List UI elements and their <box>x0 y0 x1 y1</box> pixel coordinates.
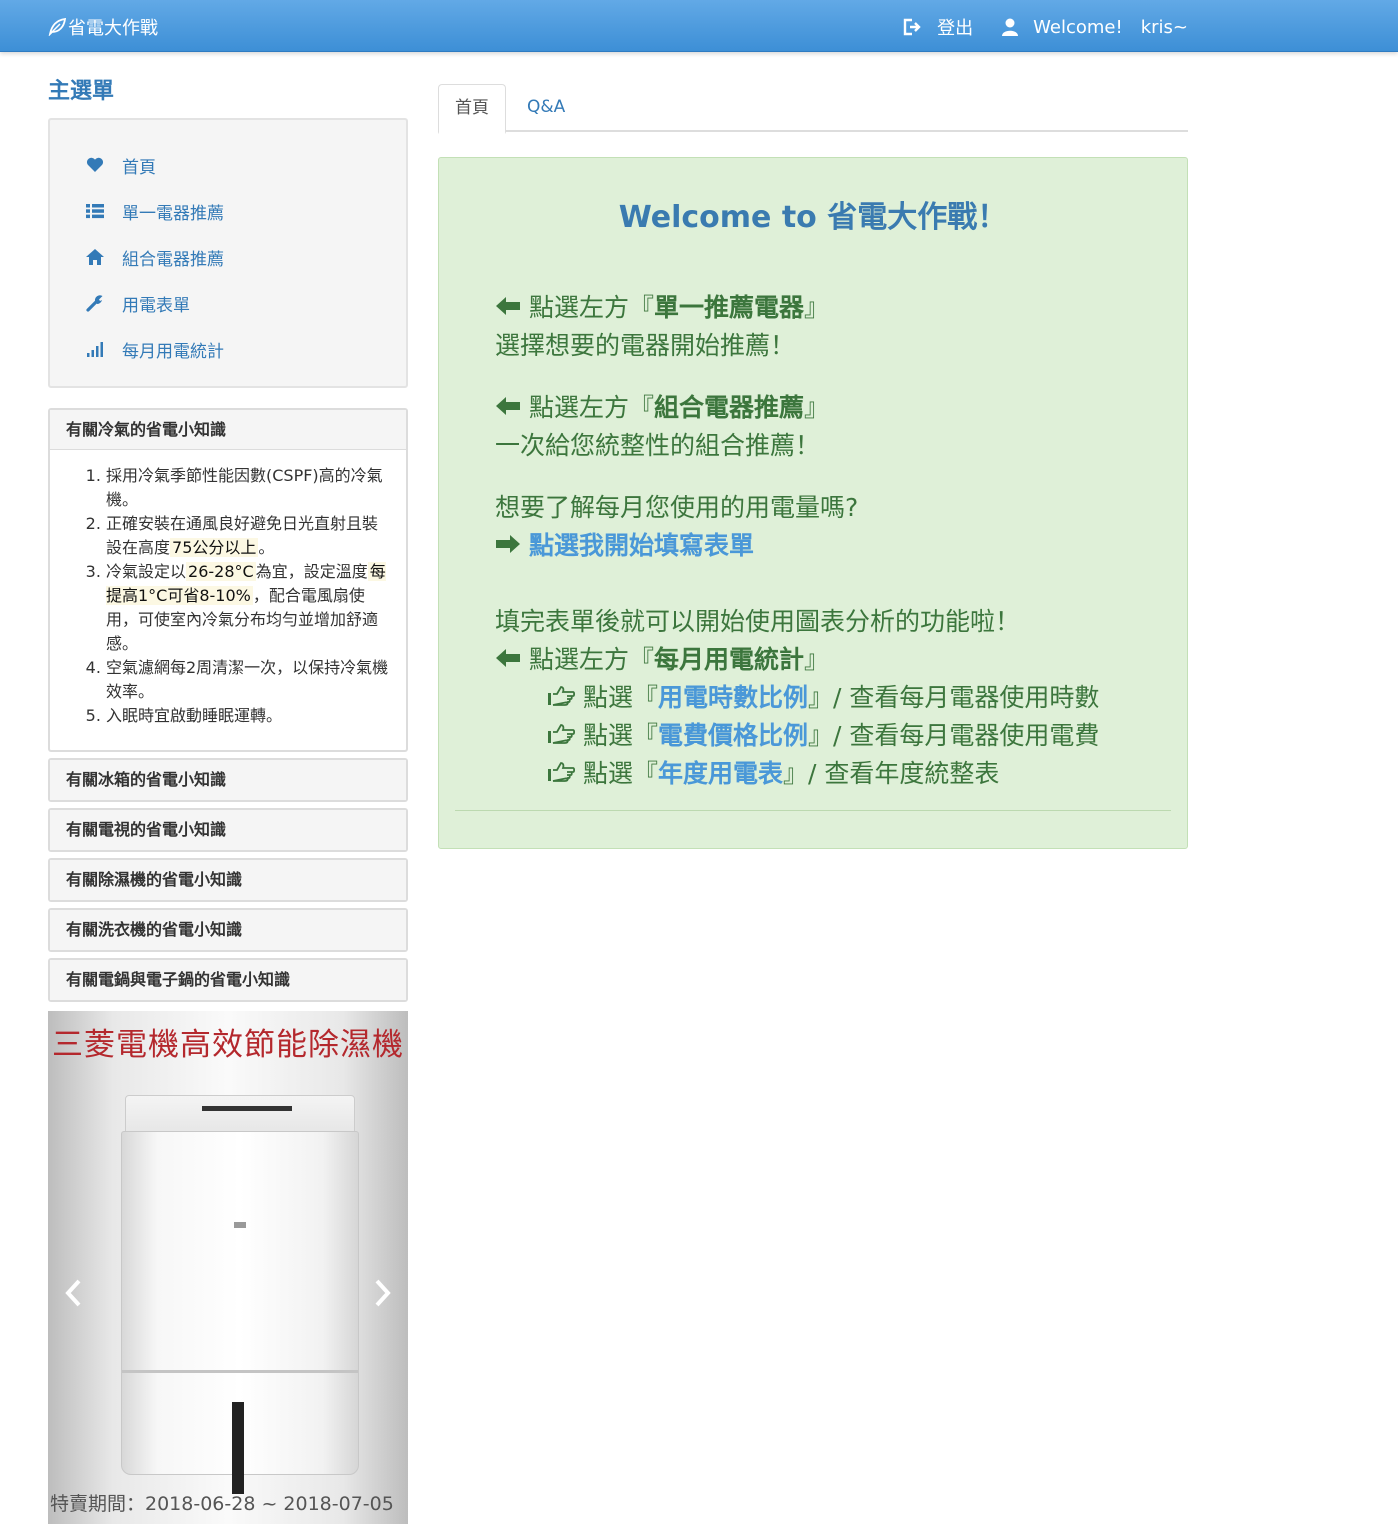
menu-item-usage-form[interactable]: 用電表單 <box>80 280 406 326</box>
welcome-sub-line: 點選『 電費價格比例 』/ 查看每月電器使用電費 <box>547 716 1099 752</box>
wrench-icon <box>80 294 110 312</box>
tips-panel-header[interactable]: 有關電視的省電小知識 <box>50 810 406 850</box>
welcome-line: 選擇想要的電器開始推薦！ <box>495 331 796 360</box>
hand-pointer-icon <box>548 686 575 706</box>
list-icon <box>80 203 110 219</box>
user-icon <box>1002 18 1019 36</box>
tips-panel-washer[interactable]: 有關洗衣機的省電小知識 <box>48 908 408 952</box>
menu-item-combo-recommend[interactable]: 組合電器推薦 <box>80 234 406 280</box>
menu-title: 主選單 <box>48 79 115 104</box>
menu-item-label: 首頁 <box>122 157 156 178</box>
tips-panel-tv[interactable]: 有關電視的省電小知識 <box>48 808 408 852</box>
divider <box>455 810 1171 811</box>
usage-hours-ratio-link[interactable]: 用電時數比例 <box>658 678 808 714</box>
signal-icon <box>80 341 110 357</box>
tips-panel-body: 採用冷氣季節性能因數(CSPF)高的冷氣機。 正確安裝在通風良好避免日光直射且裝… <box>50 450 406 750</box>
tips-panel-aircon: 有關冷氣的省電小知識 採用冷氣季節性能因數(CSPF)高的冷氣機。 正確安裝在通… <box>48 408 408 752</box>
chevron-right-icon <box>375 1279 391 1307</box>
menu-item-home[interactable]: 首頁 <box>80 142 406 188</box>
username-label: kris~ <box>1140 16 1188 38</box>
ad-title: 三菱電機高效節能除濕機 <box>52 1027 404 1063</box>
annual-usage-table-link[interactable]: 年度用電表 <box>658 754 783 790</box>
welcome-line: 點選我開始填寫表單 <box>495 526 754 562</box>
arrow-left-icon <box>496 397 520 415</box>
logout-link[interactable]: 登出 <box>903 14 973 40</box>
tab-bar: 首頁 Q&A <box>438 84 1188 134</box>
fill-form-link[interactable]: 點選我開始填寫表單 <box>529 526 754 562</box>
tips-panel-fridge[interactable]: 有關冰箱的省電小知識 <box>48 758 408 802</box>
tips-panel-dehumidifier[interactable]: 有關除濕機的省電小知識 <box>48 858 408 902</box>
product-image <box>121 1095 359 1494</box>
carousel-prev-button[interactable] <box>58 1273 88 1313</box>
welcome-line: 想要了解每月您使用的用電量嗎? <box>495 493 859 522</box>
tip-item: 採用冷氣季節性能因數(CSPF)高的冷氣機。 <box>106 464 390 512</box>
chevron-left-icon <box>65 1279 81 1307</box>
menu-item-label: 組合電器推薦 <box>122 249 224 270</box>
combo-recommend-ref: 組合電器推薦 <box>654 393 805 422</box>
brand-link[interactable]: 省電大作戰 <box>48 14 158 40</box>
electricity-cost-ratio-link[interactable]: 電費價格比例 <box>658 716 808 752</box>
hand-pointer-icon <box>548 724 575 744</box>
logout-label: 登出 <box>937 18 974 39</box>
tip-item: 空氣濾網每2周清潔一次，以保持冷氣機效率。 <box>106 656 390 704</box>
welcome-line: 填完表單後就可以開始使用圖表分析的功能啦！ <box>495 607 1021 636</box>
welcome-line: 點選左方『 每月用電統計』 <box>495 640 829 676</box>
main-menu: 首頁 單一電器推薦 組合電器推薦 用電表單 每月用電統計 <box>48 118 408 388</box>
tips-panel-header[interactable]: 有關電鍋與電子鍋的省電小知識 <box>50 960 406 1000</box>
tip-highlight: 75公分以上 <box>170 538 259 557</box>
arrow-left-icon <box>496 297 520 315</box>
menu-item-single-recommend[interactable]: 單一電器推薦 <box>80 188 406 234</box>
arrow-left-icon <box>496 649 520 667</box>
sidebar: 主選單 首頁 單一電器推薦 組合電器推薦 用電表單 每月用電統計 有關冷氣的省電… <box>48 78 408 1002</box>
tips-panel-header[interactable]: 有關冷氣的省電小知識 <box>50 410 406 450</box>
menu-item-label: 每月用電統計 <box>122 341 224 362</box>
tips-panel-header[interactable]: 有關冰箱的省電小知識 <box>50 760 406 800</box>
welcome-line: 點選左方『 單一推薦電器』 <box>495 288 829 324</box>
welcome-panel: Welcome to 省電大作戰！ 點選左方『 單一推薦電器』 選擇想要的電器開始… <box>438 157 1188 849</box>
tips-list: 採用冷氣季節性能因數(CSPF)高的冷氣機。 正確安裝在通風良好避免日光直射且裝… <box>80 464 390 728</box>
ad-carousel: 三菱電機高效節能除濕機 特賣期間：2018-06-28 ~ 2018-07-05 <box>48 1011 408 1524</box>
tab-home[interactable]: 首頁 <box>438 84 506 134</box>
tips-panel-header[interactable]: 有關洗衣機的省電小知識 <box>50 910 406 950</box>
leaf-icon <box>48 18 66 36</box>
heart-icon <box>80 157 110 173</box>
ad-period: 特賣期間：2018-06-28 ~ 2018-07-05 <box>50 1493 394 1515</box>
menu-item-label: 用電表單 <box>122 295 190 316</box>
welcome-label: Welcome! <box>1033 16 1123 38</box>
tab-qa[interactable]: Q&A <box>511 84 581 132</box>
hand-pointer-icon <box>548 762 575 782</box>
user-welcome-link[interactable]: Welcome! kris~ <box>1001 17 1188 38</box>
tips-panel-ricecooker[interactable]: 有關電鍋與電子鍋的省電小知識 <box>48 958 408 1002</box>
menu-item-monthly-stats[interactable]: 每月用電統計 <box>80 326 406 372</box>
tip-item: 冷氣設定以26-28°C為宜，設定溫度每提高1°C可省8-10%，配合電風扇使用… <box>106 560 390 656</box>
logout-icon <box>903 18 921 36</box>
welcome-line: 點選左方『 組合電器推薦』 <box>495 388 829 424</box>
single-recommend-ref: 單一推薦電器 <box>654 293 805 322</box>
monthly-stats-ref: 每月用電統計 <box>654 645 805 674</box>
welcome-sub-line: 點選『 年度用電表 』/ 查看年度統整表 <box>547 754 999 790</box>
top-navbar: 省電大作戰 登出 Welcome! kris~ <box>0 0 1398 52</box>
brand-text: 省電大作戰 <box>68 18 158 39</box>
arrow-right-icon <box>496 535 520 553</box>
tip-item: 正確安裝在通風良好避免日光直射且裝設在高度75公分以上。 <box>106 512 390 560</box>
welcome-title: Welcome to 省電大作戰！ <box>618 200 1008 235</box>
home-icon <box>80 248 110 266</box>
carousel-next-button[interactable] <box>368 1273 398 1313</box>
tip-highlight: 26-28°C <box>186 562 256 581</box>
welcome-line: 一次給您統整性的組合推薦！ <box>495 431 821 460</box>
tips-panel-header[interactable]: 有關除濕機的省電小知識 <box>50 860 406 900</box>
tip-item: 入眠時宜啟動睡眠運轉。 <box>106 704 390 728</box>
welcome-sub-line: 點選『 用電時數比例 』/ 查看每月電器使用時數 <box>547 678 1099 714</box>
menu-item-label: 單一電器推薦 <box>122 203 224 224</box>
